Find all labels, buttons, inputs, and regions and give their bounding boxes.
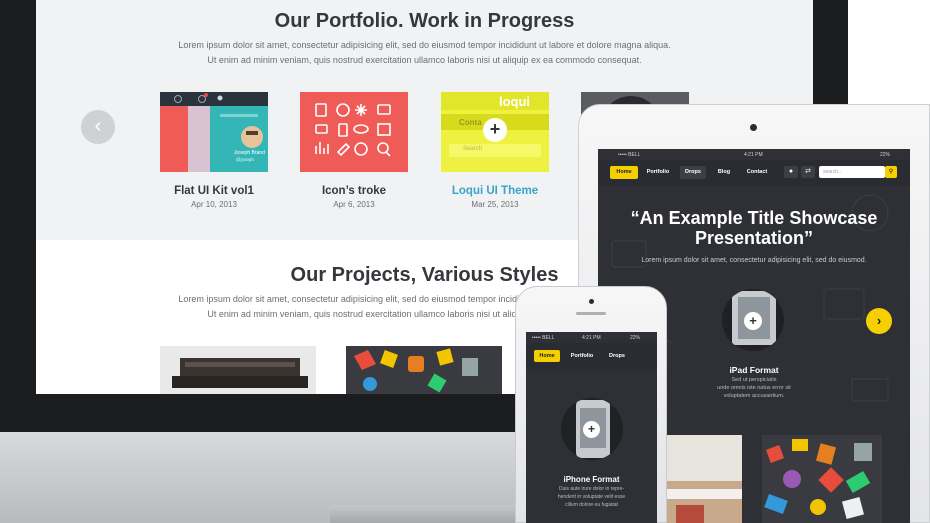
thumb-icons-troke[interactable] (300, 92, 408, 172)
plus-icon[interactable]: + (583, 421, 600, 438)
monitor-stand (330, 505, 520, 523)
user-icon[interactable]: ● (784, 166, 798, 178)
iphone-time: 4:21 PM (582, 335, 601, 341)
search-icon[interactable]: ⚲ (885, 166, 897, 178)
ipad-nav-drops[interactable]: Drops (680, 166, 706, 179)
project-thumb-coffee-cup[interactable] (160, 346, 316, 394)
ipad-hero-title-line1: “An Example Title Showcase (630, 208, 878, 228)
ipad-nav-contact[interactable]: Contact (742, 166, 772, 179)
thumb-caption-name: Joseph Brand (234, 150, 265, 156)
card-title-loqui-ui-theme[interactable]: Loqui UI Theme (425, 185, 565, 197)
iphone-navbar: Home Portfolio Drops (526, 343, 657, 369)
card-date-loqui-ui-theme: Mar 25, 2013 (471, 200, 519, 209)
iphone-feature-text-line3: cillum dolore eu fugiatat (565, 502, 618, 508)
ipad-search-input[interactable]: search... (819, 166, 885, 178)
ipad-hero-title-line2: Presentation” (694, 228, 814, 248)
card-date-flat-ui-kit: Apr 10, 2013 (191, 200, 237, 209)
portfolio-text-line1: Lorem ipsum dolor sit amet, consectetur … (178, 40, 671, 50)
ipad-project-thumb-cup[interactable] (666, 435, 742, 523)
plus-icon[interactable]: + (483, 118, 507, 142)
portfolio-text-line2: Ut enim ad minim veniam, quis nostrud ex… (207, 55, 642, 65)
loqui-search-text: Search (463, 146, 483, 152)
card-title-flat-ui-kit[interactable]: Flat UI Kit vol1 (144, 185, 284, 197)
project-thumb-flat-icons[interactable] (346, 346, 502, 394)
carousel-prev-button[interactable]: ‹ (81, 110, 115, 144)
loqui-logo: loqui (499, 94, 531, 109)
loqui-tab-text: Conta (459, 118, 482, 127)
chevron-left-icon: ‹ (94, 115, 102, 137)
iphone-nav-drops[interactable]: Drops (604, 350, 630, 362)
iphone-screen: ••••• BELL 4:21 PM 22% Home Portfolio Dr… (526, 332, 657, 523)
card-title-icons-troke[interactable]: Icon’s troke (284, 185, 424, 197)
next-arrow-button[interactable]: › (866, 308, 892, 334)
iphone-feature-text-line2: henderit in voluptate velit esse (557, 494, 626, 500)
ipad-status-bar: ••••• BELL 4:21 PM 22% (598, 149, 910, 160)
thumb-loqui-ui-theme[interactable]: loqui Conta Search + (441, 92, 549, 172)
portfolio-title: Our Portfolio. Work in Progress (274, 10, 575, 32)
iphone-speaker (576, 312, 606, 315)
iphone-feature-text-line1: Duis aute irure dolor in repre- (558, 486, 625, 492)
plus-icon[interactable]: + (744, 312, 762, 330)
ipad-nav-portfolio[interactable]: Portfolio (642, 166, 674, 179)
iphone-battery: 22% (630, 335, 641, 341)
iphone-carrier: ••••• BELL (532, 335, 555, 341)
iphone-status-bar: ••••• BELL 4:21 PM 22% (526, 332, 657, 343)
iphone-camera (589, 299, 594, 304)
iphone-nav-home[interactable]: Home (534, 350, 560, 362)
ipad-nav-home[interactable]: Home (610, 166, 638, 179)
iphone-feature-title: iPhone Format (563, 475, 620, 484)
ipad-project-thumb-icons[interactable] (762, 435, 882, 523)
ipad-battery: 22% (880, 152, 891, 158)
card-date-icons-troke: Apr 6, 2013 (333, 200, 375, 209)
thumb-caption-sub: @joseph (236, 157, 254, 162)
ipad-nav-blog[interactable]: Blog (712, 166, 736, 179)
line-icons-grid (315, 103, 391, 157)
showcase-stage: Our Portfolio. Work in Progress Lorem ip… (0, 0, 930, 523)
iphone-nav-portfolio[interactable]: Portfolio (566, 350, 598, 362)
ipad-navbar: Home Portfolio Drops Blog Contact ● ⇄ se… (598, 160, 910, 186)
chevron-right-icon: › (876, 313, 882, 328)
ipad-time: 4:21 PM (744, 152, 763, 158)
ipad-carrier: ••••• BELL (618, 152, 641, 158)
ipad-camera (750, 124, 757, 131)
ipad-hero-subtitle: Lorem ipsum dolor sit amet, consectetur … (641, 257, 867, 264)
shuffle-icon[interactable]: ⇄ (801, 166, 815, 178)
thumb-flat-ui-kit[interactable]: Joseph Brand @joseph (160, 92, 268, 172)
